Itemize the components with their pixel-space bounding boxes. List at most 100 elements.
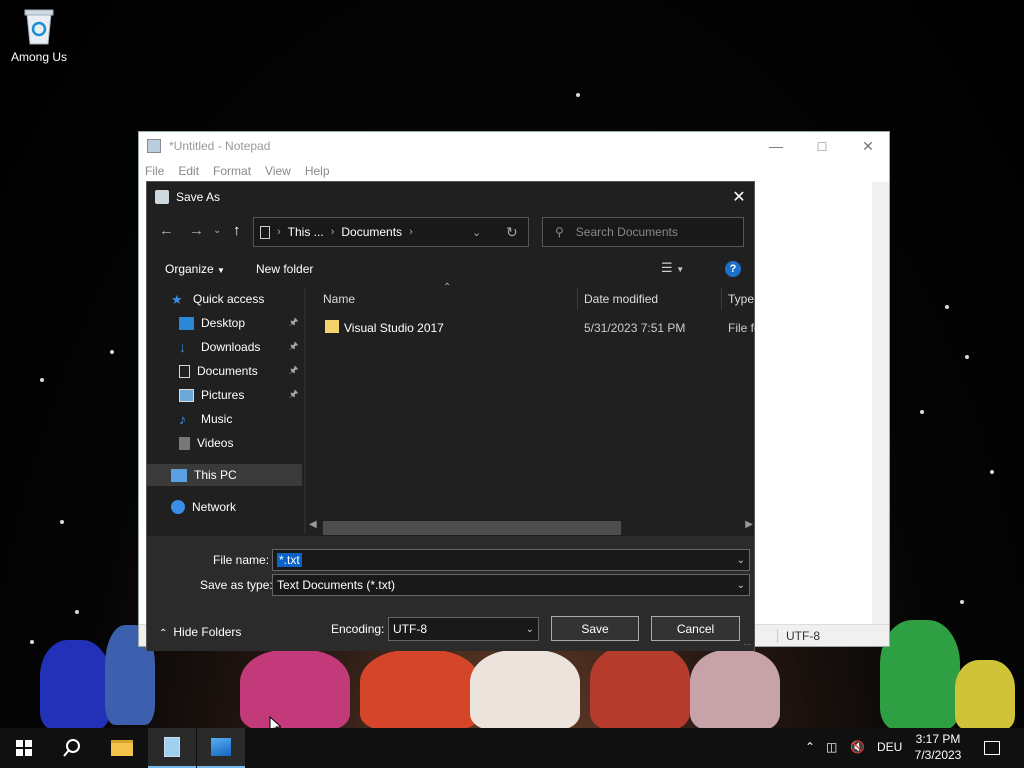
hide-folders-button[interactable]: ⌃ Hide Folders [159,625,241,639]
pictures-icon [179,388,194,402]
save-type-value: Text Documents (*.txt) [277,578,396,592]
minimize-button[interactable]: — [753,132,799,160]
file-name-input[interactable]: *.txt ⌄ [272,549,750,571]
menu-edit[interactable]: Edit [178,164,199,178]
menu-help[interactable]: Help [305,164,330,178]
encoding-label: Encoding: [331,622,385,636]
documents-location-icon [260,225,270,239]
back-arrow-icon[interactable]: ← [159,222,174,239]
save-type-select[interactable]: Text Documents (*.txt) ⌄ [272,574,750,596]
notepad-taskbar-button[interactable] [148,728,196,768]
chevron-down-icon[interactable]: ⌄ [737,555,745,566]
clock-date: 7/3/2023 [914,748,962,762]
pin-icon: 🖈 [289,316,299,328]
dialog-close-button[interactable]: ✕ [724,182,754,212]
cancel-button[interactable]: Cancel [651,616,740,641]
menu-view[interactable]: View [265,164,291,178]
nav-label: This PC [194,468,237,482]
column-header-date[interactable]: Date modified [584,292,658,306]
music-icon: ♪ [179,410,186,427]
notepad-app-icon [164,737,180,757]
maximize-button[interactable]: □ [799,132,845,160]
resize-grip-icon[interactable]: ⋯ [743,640,751,649]
column-header-type[interactable]: Type [728,292,754,306]
refresh-icon[interactable]: ↻ [506,224,518,241]
help-icon[interactable]: ? [725,261,741,277]
start-button[interactable] [0,728,48,768]
column-separator[interactable] [721,288,722,310]
breadcrumb-separator-icon: › [409,226,413,238]
recycle-bin-icon [22,6,56,46]
file-date: 5/31/2023 7:51 PM [584,321,686,335]
photos-app-icon [211,738,231,756]
new-folder-button[interactable]: New folder [256,262,313,276]
nav-label: Network [192,500,237,514]
save-options-panel: File name: *.txt ⌄ Save as type: Text Do… [147,536,754,651]
close-button[interactable]: ✕ [845,132,891,160]
taskbar-clock[interactable]: 3:17 PM 7/3/2023 [905,731,971,763]
file-row[interactable]: Visual Studio 2017 5/31/2023 7:51 PM Fil… [307,314,755,338]
network-status-icon[interactable]: ◫ [826,740,837,754]
star-icon: ★ [171,291,183,307]
chevron-down-icon: ⌄ [736,579,745,591]
downloads-icon: ↓ [179,338,186,355]
nav-this-pc[interactable]: This PC [147,464,302,486]
breadcrumb-this-pc[interactable]: This ... [288,225,324,239]
language-indicator[interactable]: DEU [877,740,902,754]
search-button[interactable] [48,728,96,768]
save-as-dialog: Save As ✕ ← → ⌄ ↑ › This ... › Documents… [146,181,755,651]
address-dropdown-chevron-icon[interactable]: ⌄ [472,226,481,239]
navigation-pane: ★ Quick access Desktop 🖈 ↓ Downloads 🖈 D… [147,288,305,534]
forward-arrow-icon[interactable]: → [189,222,204,239]
scroll-left-icon[interactable]: ◀ [309,519,317,530]
organize-button[interactable]: Organize ▼ [165,262,225,276]
nav-label: Documents [197,364,258,378]
pane-splitter[interactable] [304,288,306,534]
notification-icon [984,741,1000,755]
nav-quick-access[interactable]: ★ Quick access [171,288,301,310]
file-explorer-button[interactable] [98,728,146,768]
column-separator[interactable] [577,288,578,310]
search-placeholder: Search Documents [575,225,678,239]
encoding-value: UTF-8 [393,622,427,636]
hide-folders-label: Hide Folders [173,625,242,639]
photos-taskbar-button[interactable] [197,728,245,768]
notepad-app-icon [155,190,169,204]
nav-label: Downloads [201,340,261,354]
scroll-right-icon[interactable]: ▶ [745,519,753,530]
up-arrow-icon[interactable]: ↑ [233,222,241,239]
recent-locations-chevron-icon[interactable]: ⌄ [213,225,221,236]
action-center-button[interactable] [970,728,1014,768]
save-type-label: Save as type: [200,578,273,592]
menu-file[interactable]: File [145,164,164,178]
documents-icon [179,364,190,378]
view-options-icon[interactable]: ☰ ▼ [661,260,684,276]
organize-label: Organize [165,262,214,276]
column-header-name[interactable]: Name [323,292,355,306]
nav-label: Videos [197,436,234,450]
save-button[interactable]: Save [551,616,639,641]
window-title: *Untitled - Notepad [169,139,271,153]
search-input[interactable]: ⚲ Search Documents [542,217,744,247]
scrollbar-thumb[interactable] [323,521,621,535]
pin-icon: 🖈 [289,340,299,352]
encoding-select[interactable]: UTF-8 ⌄ [388,617,539,641]
desktop-icon-label: Among Us [10,50,68,64]
chevron-down-icon: ⌄ [525,623,534,635]
folder-icon [325,320,339,333]
chevron-up-icon: ⌃ [159,628,168,639]
chevron-down-icon: ▼ [217,266,225,275]
dialog-titlebar: Save As [147,182,754,212]
vertical-scrollbar[interactable] [872,182,889,626]
horizontal-scrollbar[interactable]: ◀ ▶ [307,519,755,535]
windows-logo-icon [16,740,32,756]
sort-ascending-icon: ⌃ [443,282,452,293]
desktop-shortcut[interactable]: Among Us [8,6,70,64]
breadcrumb-documents[interactable]: Documents [341,225,402,239]
menu-format[interactable]: Format [213,164,251,178]
address-bar[interactable]: › This ... › Documents › ⌄ ↻ [253,217,529,247]
show-hidden-icons-chevron-icon[interactable]: ⌃ [805,740,815,754]
volume-muted-icon[interactable]: 🔇 [850,740,865,754]
search-icon: ⚲ [555,225,564,239]
notepad-app-icon [147,139,161,153]
